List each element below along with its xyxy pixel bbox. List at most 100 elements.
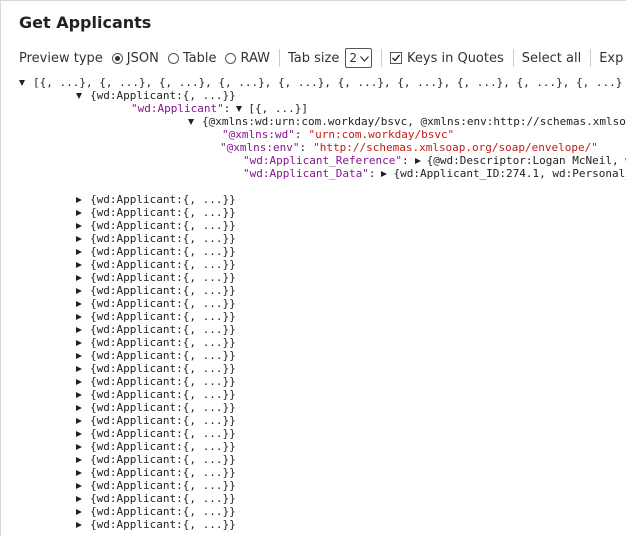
expand-toggle-icon[interactable] [414, 157, 421, 164]
expand-toggle-icon[interactable] [76, 287, 82, 294]
collapsed-item-summary: {wd:Applicant:{, ...}} [90, 440, 236, 453]
expand-toggle-icon[interactable] [76, 456, 82, 463]
applicant-key: "wd:Applicant" [131, 102, 224, 115]
tree-row-collapsed-applicant: {wd:Applicant:{, ...}} [76, 323, 236, 336]
expand-toggle-icon[interactable] [76, 508, 82, 515]
select-all-button[interactable]: Select all [522, 51, 581, 66]
table-radio[interactable]: Table [167, 51, 216, 66]
expand-toggle-icon[interactable] [236, 105, 243, 112]
collapsed-item-summary: {wd:Applicant:{, ...}} [90, 362, 236, 375]
expand-toggle-icon[interactable] [76, 300, 82, 307]
colon: : [294, 128, 302, 141]
tree-row-collapsed-applicant: {wd:Applicant:{, ...}} [76, 349, 236, 362]
tree-row-collapsed-applicant: {wd:Applicant:{, ...}} [76, 427, 236, 440]
collapsed-item-summary: {wd:Applicant:{, ...}} [90, 245, 236, 258]
expand-toggle-icon[interactable] [76, 482, 82, 489]
expand-toggle-icon[interactable] [76, 391, 82, 398]
toolbar-divider [279, 49, 280, 67]
keys-in-quotes-checkbox[interactable]: Keys in Quotes [390, 51, 504, 66]
expand-toggle-icon[interactable] [76, 365, 82, 372]
collapsed-item-summary: {wd:Applicant:{, ...}} [90, 492, 236, 505]
expand-toggle-icon[interactable] [19, 79, 25, 86]
expand-toggle-icon[interactable] [76, 378, 82, 385]
xmlns-env-value: "http://schemas.xmlsoap.org/soap/envelop… [313, 141, 598, 154]
expand-toggle-icon[interactable] [76, 326, 82, 333]
tree-row-collapsed-applicant: {wd:Applicant:{, ...}} [76, 518, 236, 531]
tree-row-collapsed-applicant: {wd:Applicant:{, ...}} [76, 206, 236, 219]
expand-toggle-icon[interactable] [76, 352, 82, 359]
tree-row-root: [{, ...}, {, ...}, {, ...}, {, ...}, {, … [19, 76, 622, 89]
xmlns-env-key: "@xmlns:env" [220, 141, 300, 154]
tree-row-collapsed-applicant: {wd:Applicant:{, ...}} [76, 492, 236, 505]
collapsed-item-summary: {wd:Applicant:{, ...}} [90, 479, 236, 492]
tree-row-collapsed-applicant: {wd:Applicant:{, ...}} [76, 271, 236, 284]
expand-toggle-icon[interactable] [76, 521, 82, 528]
radio-unchecked-icon [225, 52, 237, 64]
colon: : [299, 141, 307, 154]
tree-row-collapsed-applicant: {wd:Applicant:{, ...}} [76, 505, 236, 518]
json-radio-label: JSON [126, 50, 159, 66]
tree-row-collapsed-applicant: {wd:Applicant:{, ...}} [76, 440, 236, 453]
xmlns-wd-value: "urn:com.workday/bsvc" [308, 128, 455, 141]
colon: : [368, 167, 376, 180]
export-button[interactable]: Exp [599, 51, 623, 66]
applicant-data-key: "wd:Applicant_Data" [243, 167, 369, 180]
tree-row-item: {wd:Applicant:{, ...}} [76, 89, 236, 102]
expand-toggle-icon[interactable] [76, 430, 82, 437]
expand-toggle-icon[interactable] [76, 443, 82, 450]
expand-toggle-icon[interactable] [76, 469, 82, 476]
json-radio[interactable]: JSON [111, 50, 159, 66]
expand-toggle-icon[interactable] [76, 404, 82, 411]
preview-type-label: Preview type [19, 50, 103, 66]
tree-row-collapsed-applicant: {wd:Applicant:{, ...}} [76, 375, 236, 388]
tree-row-collapsed-applicant: {wd:Applicant:{, ...}} [76, 219, 236, 232]
tab-size-select[interactable]: 2 [345, 48, 372, 68]
expand-toggle-icon[interactable] [381, 170, 388, 177]
collapsed-item-summary: {wd:Applicant:{, ...}} [90, 375, 236, 388]
collapsed-item-summary: {wd:Applicant:{, ...}} [90, 466, 236, 479]
radio-checked-icon [111, 52, 123, 64]
collapsed-item-summary: {wd:Applicant:{, ...}} [90, 323, 236, 336]
toolbar-divider [590, 49, 592, 67]
tree-row-applicant: "wd:Applicant" : [{, ...}] [131, 102, 308, 115]
collapsed-item-summary: {wd:Applicant:{, ...}} [90, 518, 236, 531]
first-item-summary: {wd:Applicant:{, ...}} [90, 89, 236, 102]
expand-toggle-icon[interactable] [76, 196, 82, 203]
tree-row-collapsed-applicant: {wd:Applicant:{, ...}} [76, 310, 236, 323]
get-applicants-panel: Get Applicants Preview type JSON Table R… [0, 0, 626, 536]
expand-toggle-icon[interactable] [76, 248, 82, 255]
raw-radio[interactable]: RAW [225, 51, 270, 66]
expand-toggle-icon[interactable] [76, 92, 82, 99]
expand-toggle-icon[interactable] [76, 209, 82, 216]
collapsed-item-summary: {wd:Applicant:{, ...}} [90, 232, 236, 245]
tree-row-collapsed-applicant: {wd:Applicant:{, ...}} [76, 414, 236, 427]
expand-toggle-icon[interactable] [76, 313, 82, 320]
applicant-reference-summary: {@wd:Descriptor:Logan McNeil, wd:ID:[{, … [426, 154, 626, 167]
collapsed-item-summary: {wd:Applicant:{, ...}} [90, 310, 236, 323]
toolbar-divider [381, 49, 382, 67]
inner-object-summary: {@xmlns:wd:urn:com.workday/bsvc, @xmlns:… [202, 115, 626, 128]
expand-toggle-icon[interactable] [76, 495, 82, 502]
tree-row-collapsed-applicant: {wd:Applicant:{, ...}} [76, 284, 236, 297]
tree-row-collapsed-applicant: {wd:Applicant:{, ...}} [76, 336, 236, 349]
xmlns-wd-key: "@xmlns:wd" [222, 128, 295, 141]
collapsed-item-summary: {wd:Applicant:{, ...}} [90, 388, 236, 401]
expand-toggle-icon[interactable] [76, 235, 82, 242]
collapsed-item-summary: {wd:Applicant:{, ...}} [90, 349, 236, 362]
tree-row-collapsed-applicant: {wd:Applicant:{, ...}} [76, 453, 236, 466]
tree-row-collapsed-applicant: {wd:Applicant:{, ...}} [76, 297, 236, 310]
tree-row-collapsed-applicant: {wd:Applicant:{, ...}} [76, 232, 236, 245]
expand-toggle-icon[interactable] [76, 274, 82, 281]
expand-toggle-icon[interactable] [76, 222, 82, 229]
collapsed-item-summary: {wd:Applicant:{, ...}} [90, 284, 236, 297]
expand-toggle-icon[interactable] [76, 261, 82, 268]
expand-toggle-icon[interactable] [76, 339, 82, 346]
collapsed-item-summary: {wd:Applicant:{, ...}} [90, 505, 236, 518]
collapsed-item-summary: {wd:Applicant:{, ...}} [90, 414, 236, 427]
tree-row-collapsed-applicant: {wd:Applicant:{, ...}} [76, 479, 236, 492]
expand-toggle-icon[interactable] [76, 417, 82, 424]
expand-toggle-icon[interactable] [188, 118, 194, 125]
collapsed-item-summary: {wd:Applicant:{, ...}} [90, 271, 236, 284]
tab-size-label: Tab size [288, 50, 340, 66]
keys-in-quotes-label: Keys in Quotes [407, 50, 504, 66]
